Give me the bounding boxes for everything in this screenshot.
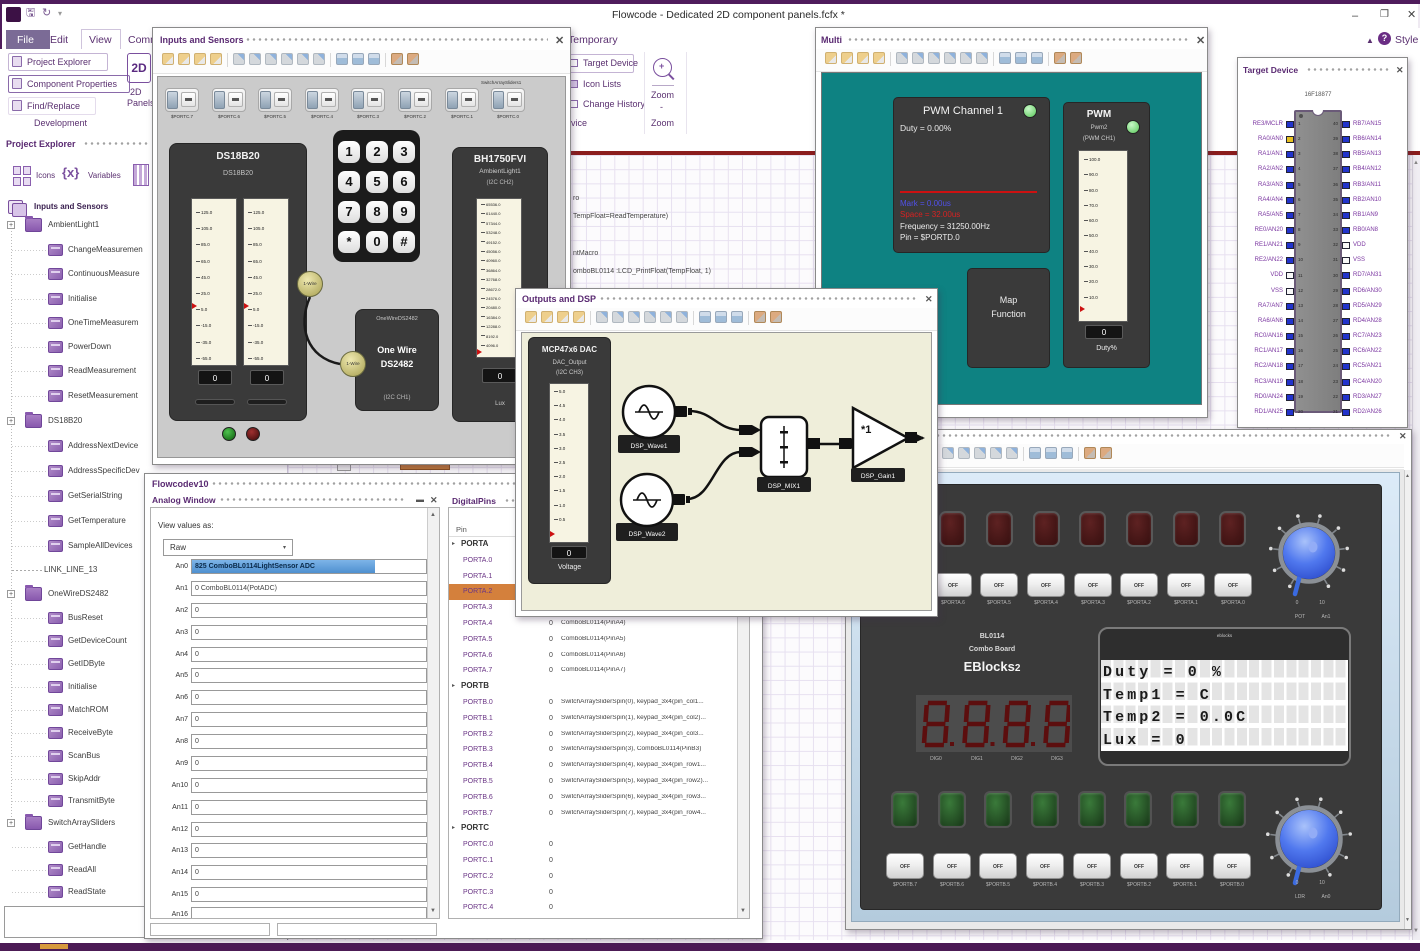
svg-text:DSP_Wave1: DSP_Wave1 bbox=[631, 443, 668, 450]
svg-text:*1: *1 bbox=[861, 424, 871, 436]
svg-text:DSP_MIX1: DSP_MIX1 bbox=[768, 483, 801, 490]
svg-text:DSP_Wave2: DSP_Wave2 bbox=[629, 531, 666, 538]
svg-text:DSP_Gain1: DSP_Gain1 bbox=[861, 473, 896, 480]
